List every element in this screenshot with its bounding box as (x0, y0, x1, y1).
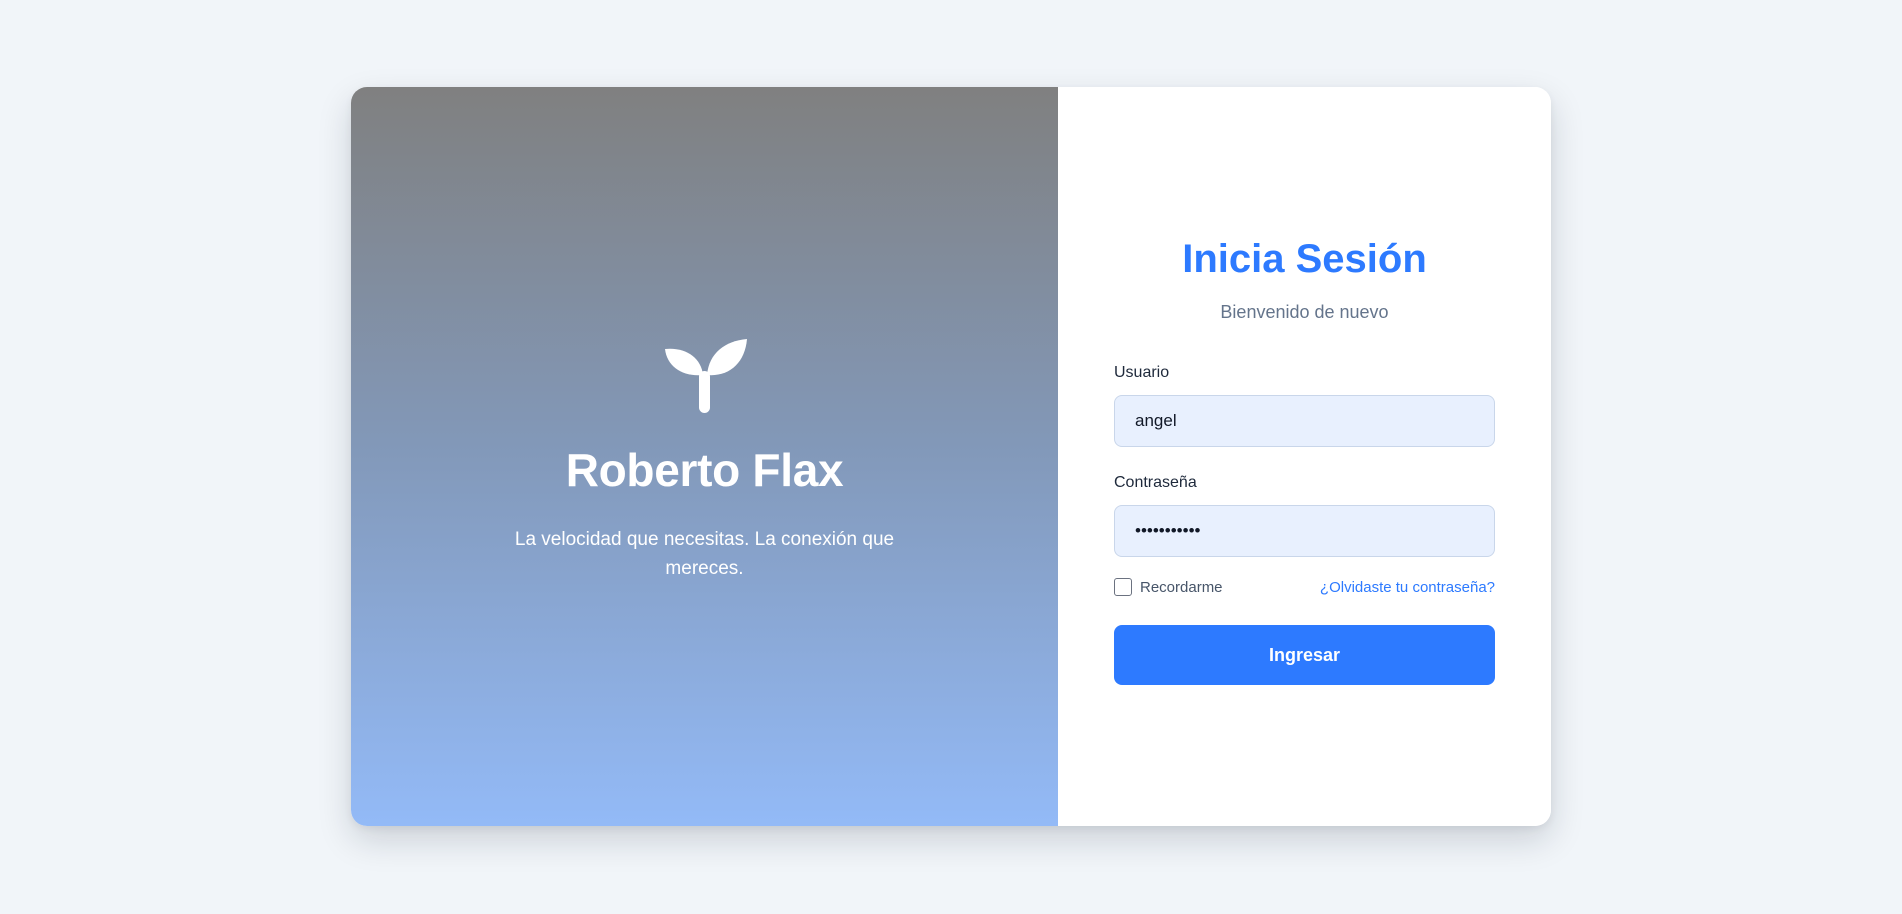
password-label: Contraseña (1114, 474, 1197, 491)
login-form: Inicia Sesión Bienvenido de nuevo Usuari… (1114, 235, 1495, 685)
sprout-icon (663, 339, 747, 413)
login-form-panel: Inicia Sesión Bienvenido de nuevo Usuari… (1058, 87, 1551, 826)
login-submit-button[interactable]: Ingresar (1114, 625, 1495, 685)
form-subtitle: Bienvenido de nuevo (1220, 302, 1389, 322)
username-label: Usuario (1114, 364, 1170, 381)
form-options-row: Recordarme ¿Olvidaste tu contraseña? (1114, 576, 1495, 598)
brand-panel: Roberto Flax La velocidad que necesitas.… (351, 87, 1058, 826)
brand-tagline: La velocidad que necesitas. La conexión … (514, 529, 895, 579)
remember-me-checkbox[interactable] (1114, 578, 1132, 596)
remember-me-label: Recordarme (1140, 578, 1223, 596)
brand-content: Roberto Flax La velocidad que necesitas.… (351, 339, 1058, 583)
password-input[interactable] (1114, 505, 1495, 557)
page: Roberto Flax La velocidad que necesitas.… (0, 0, 1902, 914)
form-title: Inicia Sesión (1182, 237, 1427, 281)
remember-me-toggle[interactable]: Recordarme (1114, 578, 1223, 596)
brand-name: Roberto Flax (565, 444, 844, 496)
login-card: Roberto Flax La velocidad que necesitas.… (351, 87, 1551, 826)
username-input[interactable] (1114, 395, 1495, 447)
forgot-password-link[interactable]: ¿Olvidaste tu contraseña? (1320, 579, 1495, 596)
